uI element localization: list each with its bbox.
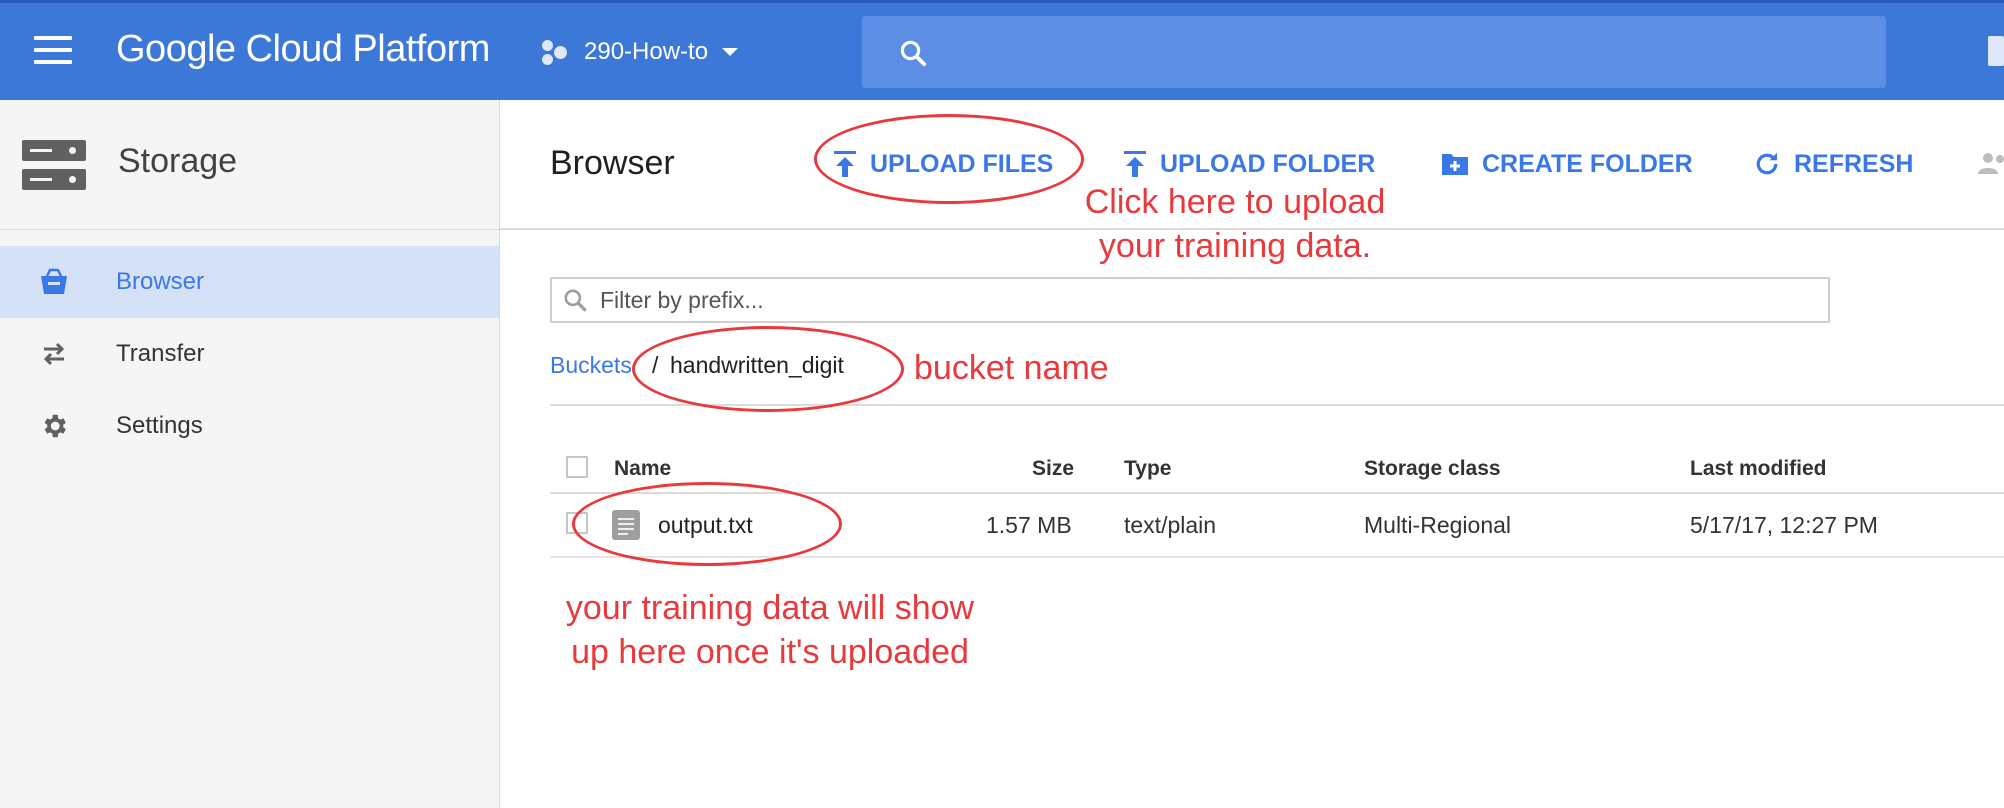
column-header-name[interactable]: Name	[614, 457, 671, 481]
annotation-text: your training data.	[1098, 227, 1372, 265]
upload-icon	[1124, 151, 1146, 177]
annotation-ellipse-upload	[814, 114, 1084, 204]
annotation-ellipse-file	[572, 482, 842, 566]
sidebar-title: Storage	[118, 142, 238, 180]
file-type: text/plain	[1124, 512, 1217, 538]
file-size: 1.57 MB	[986, 512, 1072, 538]
upload-folder-label: UPLOAD FOLDER	[1160, 149, 1376, 178]
create-folder-button[interactable]: CREATE FOLDER	[1440, 146, 1693, 182]
refresh-button[interactable]: REFRESH	[1752, 146, 1913, 182]
share-users-icon[interactable]	[1978, 150, 2004, 178]
annotation-bucket-note: bucket name	[914, 349, 1109, 387]
column-header-last-modified[interactable]: Last modified	[1690, 457, 1827, 481]
gift-icon[interactable]	[1988, 36, 2004, 66]
annotation-text: your training data will show	[565, 589, 975, 627]
annotation-data-note: your training data will show up here onc…	[540, 586, 1000, 674]
upload-folder-button[interactable]: UPLOAD FOLDER	[1122, 146, 1375, 182]
annotation-ellipse-bucket	[632, 326, 904, 412]
annotation-upload-note: Click here to upload your training data.	[1060, 180, 1410, 268]
create-folder-label: CREATE FOLDER	[1482, 149, 1693, 178]
refresh-icon	[1756, 152, 1778, 175]
search-bar[interactable]	[862, 16, 1886, 88]
transfer-arrows-icon	[38, 338, 70, 370]
sidebar-item-label: Browser	[116, 268, 205, 295]
sidebar-item-label: Settings	[116, 412, 203, 439]
project-selector[interactable]: 290-How-to	[540, 34, 739, 70]
annotation-text: up here once it's uploaded	[571, 633, 969, 671]
sidebar-item-label: Transfer	[116, 340, 205, 367]
brand-title[interactable]: Google Cloud Platform	[116, 28, 490, 71]
hamburger-menu-icon[interactable]	[34, 36, 72, 64]
column-header-storage-class[interactable]: Storage class	[1364, 457, 1501, 481]
file-last-modified: 5/17/17, 12:27 PM	[1690, 512, 1878, 538]
page-title: Browser	[550, 144, 675, 182]
project-icon	[540, 36, 572, 68]
file-storage-class: Multi-Regional	[1364, 512, 1512, 538]
search-icon[interactable]	[898, 38, 928, 68]
bucket-icon	[38, 266, 70, 298]
project-name: 290-How-to	[584, 38, 709, 65]
breadcrumb-buckets-link[interactable]: Buckets	[550, 352, 632, 379]
sidebar-item-settings[interactable]: Settings	[0, 390, 499, 462]
sidebar-item-transfer[interactable]: Transfer	[0, 318, 499, 390]
chevron-down-icon	[722, 48, 739, 56]
gear-icon	[38, 410, 70, 442]
column-header-size[interactable]: Size	[1032, 457, 1074, 481]
filter-input[interactable]	[598, 285, 1782, 315]
storage-icon	[22, 140, 86, 190]
create-folder-icon	[1442, 154, 1468, 175]
search-icon	[564, 289, 587, 312]
sidebar-item-browser[interactable]: Browser	[0, 246, 499, 318]
refresh-label: REFRESH	[1794, 149, 1914, 178]
select-all-checkbox[interactable]	[566, 456, 588, 478]
column-header-type[interactable]: Type	[1124, 457, 1171, 481]
annotation-text: Click here to upload	[1084, 183, 1386, 221]
filter-box[interactable]	[550, 277, 1830, 323]
